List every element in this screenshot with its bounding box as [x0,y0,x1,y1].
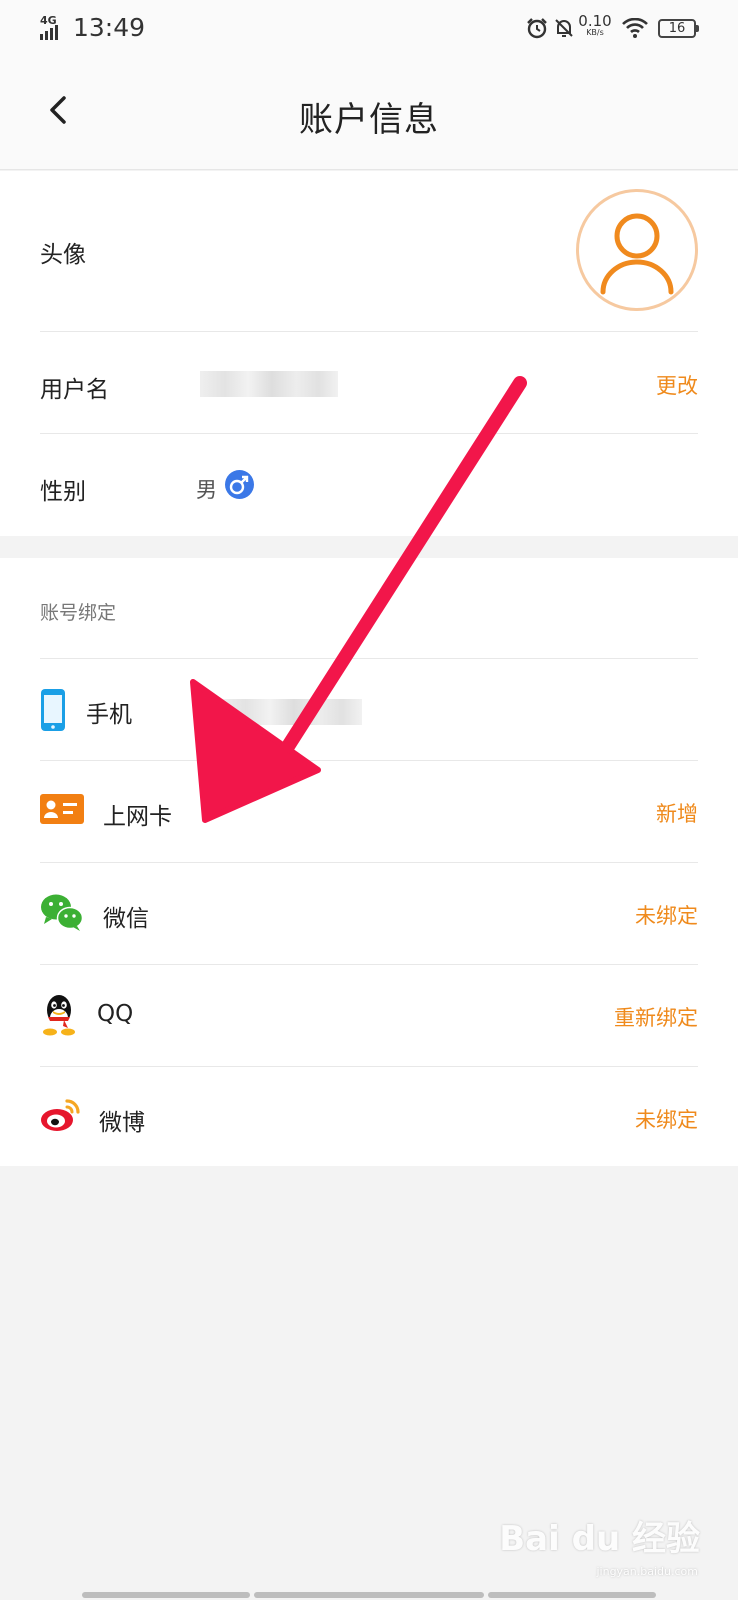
page-title: 账户信息 [299,100,439,140]
home-indicator [254,1592,484,1598]
username-value-blurred [200,371,338,397]
weibo-icon [41,1099,80,1131]
signal-icon: 4G [40,14,66,40]
rebind-qq-button[interactable]: 重新绑定 [614,1002,698,1032]
bind-label: 微博 [99,1110,145,1136]
phone-value-blurred [220,699,362,725]
bind-row-weibo[interactable]: 微博 未绑定 [40,1067,698,1166]
status-bar: 4G 13:49 0.10 KB/s 16 [0,0,738,58]
avatar[interactable] [576,189,698,311]
home-indicator [82,1592,250,1598]
section-title: 账号绑定 [40,602,117,624]
profile-card: 头像 用户名 更改 性别 男 [0,171,738,536]
username-label: 用户名 [40,377,109,403]
bind-label: 手机 [86,702,132,728]
qq-icon [43,995,75,1036]
bind-wechat-button[interactable]: 未绑定 [635,900,698,930]
add-card-button[interactable]: 新增 [656,798,698,828]
bind-label: 微信 [103,906,149,932]
alarm-icon [527,18,547,39]
avatar-row[interactable]: 头像 [40,171,698,331]
nav-bar: 账户信息 [0,58,738,170]
bind-label: QQ [97,1001,134,1027]
gender-value: 男 [196,478,217,502]
username-row: 用户名 更改 [40,332,698,433]
gender-row[interactable]: 性别 男 [40,434,698,536]
gender-label: 性别 [40,479,86,505]
home-indicator [488,1592,656,1598]
binding-card: 账号绑定 手机 上网卡 新增 微信 未绑定 QQ 重新绑定 微博 未绑定 [0,558,738,1166]
card-icon [40,794,84,824]
bind-row-card[interactable]: 上网卡 新增 [40,761,698,862]
net-speed: 0.10 KB/s [578,12,612,38]
status-time: 13:49 [73,13,146,42]
bind-label: 上网卡 [103,804,172,830]
user-icon [600,213,674,295]
change-username-button[interactable]: 更改 [656,370,698,400]
bind-row-qq[interactable]: QQ 重新绑定 [40,965,698,1066]
bind-weibo-button[interactable]: 未绑定 [635,1104,698,1134]
bind-row-phone[interactable]: 手机 [40,659,698,760]
phone-icon [41,689,65,731]
bind-row-wechat[interactable]: 微信 未绑定 [40,863,698,964]
watermark-url: jingyan.baidu.com [596,1565,698,1578]
male-icon [225,470,254,499]
wifi-icon [622,18,648,38]
wechat-icon [41,894,84,931]
watermark-logo: Bai du 经验 [499,1519,700,1559]
avatar-label: 头像 [40,242,86,268]
battery-icon: 16 [658,19,699,38]
mute-icon [555,19,573,37]
